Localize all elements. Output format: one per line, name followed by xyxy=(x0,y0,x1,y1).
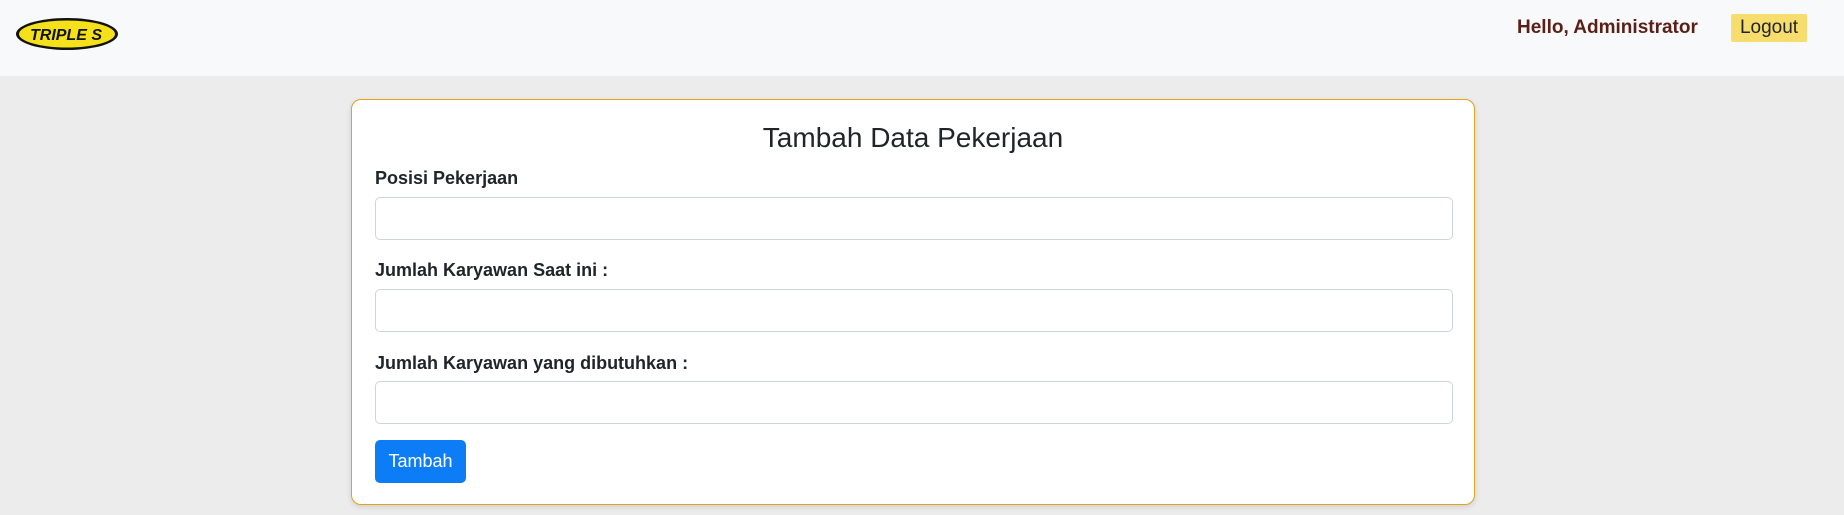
current-employees-input[interactable] xyxy=(375,289,1453,332)
logo-text: TRIPLE S xyxy=(30,27,102,44)
add-submit-button[interactable]: Tambah xyxy=(375,440,466,483)
job-position-label: Posisi Pekerjaan xyxy=(375,168,519,188)
add-job-form-card: Tambah Data Pekerjaan Posisi Pekerjaan J… xyxy=(351,99,1475,505)
needed-employees-label: Jumlah Karyawan yang dibutuhkan : xyxy=(375,353,689,373)
top-navbar: TRIPLE S Hello, Administrator Logout xyxy=(0,0,1844,76)
job-position-input[interactable] xyxy=(375,197,1453,240)
triple-s-logo[interactable]: TRIPLE S xyxy=(14,16,120,52)
needed-employees-input[interactable] xyxy=(375,381,1453,424)
logout-button[interactable]: Logout xyxy=(1731,14,1807,42)
form-title: Tambah Data Pekerjaan xyxy=(762,122,1064,153)
current-employees-label: Jumlah Karyawan Saat ini : xyxy=(375,260,609,280)
greeting-text: Hello, Administrator xyxy=(1517,17,1698,38)
